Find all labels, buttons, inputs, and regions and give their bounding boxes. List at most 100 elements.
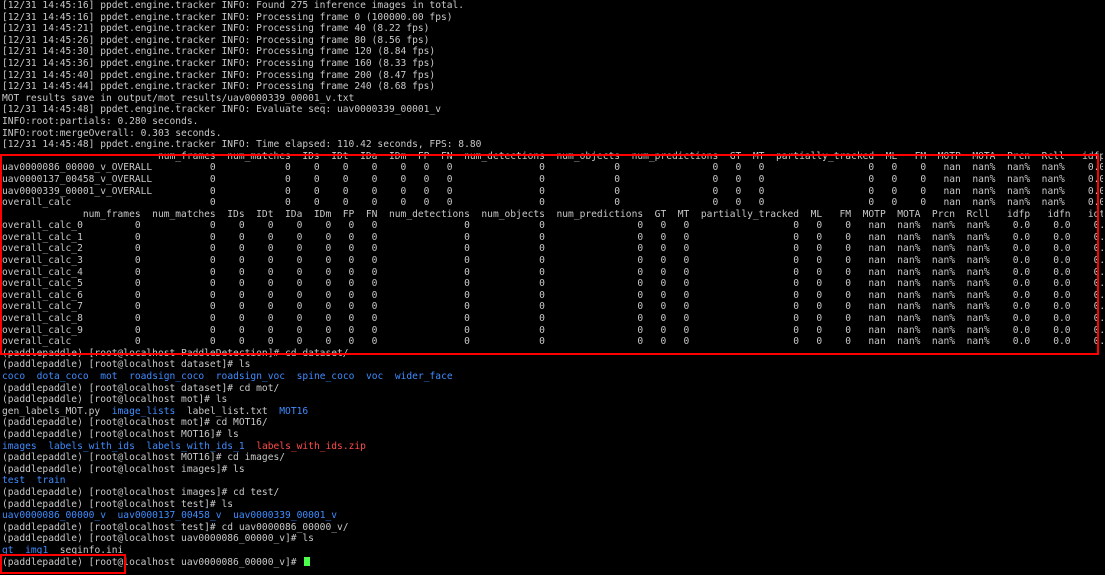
line-text: [12/31 14:45:36] ppdet.engine.tracker IN… (2, 57, 436, 69)
line-text: overall_calc_2 0 0 0 0 0 0 0 0 0 0 0 0 0… (2, 243, 1103, 255)
line-text: (paddlepaddle) [root@localhost images]# … (2, 486, 280, 498)
terminal-line: images labels_with_ids labels_with_ids_1… (2, 441, 1103, 453)
terminal-line: gt img1 seqinfo.ini (2, 545, 1103, 557)
terminal-line: (paddlepaddle) [root@localhost PaddleDet… (2, 348, 1103, 360)
directory-entry: uav0000339_00001_v (233, 510, 338, 522)
directory-entry: image_lists (111, 405, 176, 417)
line-text: uav0000137_00458_v_OVERALL 0 0 0 0 0 0 0… (2, 173, 1103, 185)
line-text: uav0000086_00000_v_OVERALL 0 0 0 0 0 0 0… (2, 162, 1103, 174)
line-text: (paddlepaddle) [root@localhost dataset]#… (2, 382, 280, 394)
line-text: [12/31 14:45:48] ppdet.engine.tracker IN… (2, 104, 441, 116)
line-text: overall_calc 0 0 0 0 0 0 0 0 0 0 0 0 0 0… (2, 336, 1103, 348)
terminal-line: overall_calc 0 0 0 0 0 0 0 0 0 0 0 0 0 0… (2, 336, 1103, 348)
terminal-line: [12/31 14:45:48] ppdet.engine.tracker IN… (2, 104, 1103, 116)
terminal-window[interactable]: { "terminal": { "lines": [ {"text": "[12… (0, 0, 1105, 575)
line-text: overall_calc 0 0 0 0 0 0 0 0 0 0 0 0 0 0… (2, 197, 1103, 209)
line-text: overall_calc_1 0 0 0 0 0 0 0 0 0 0 0 0 0… (2, 231, 1103, 243)
directory-entry: roadsign_voc (215, 371, 286, 382)
terminal-line: (paddlepaddle) [root@localhost MOT16]# c… (2, 452, 1103, 464)
line-text: overall_calc_9 0 0 0 0 0 0 0 0 0 0 0 0 0… (2, 324, 1103, 336)
file-entry (354, 371, 366, 382)
directory-entry: roadsign_coco (129, 371, 205, 382)
line-text: INFO:root:partials: 0.280 seconds. (2, 115, 199, 127)
terminal-line: (paddlepaddle) [root@localhost uav000008… (2, 533, 1103, 545)
terminal-line: overall_calc_3 0 0 0 0 0 0 0 0 0 0 0 0 0… (2, 255, 1103, 267)
file-entry (106, 510, 118, 521)
line-text: [12/31 14:45:16] ppdet.engine.tracker IN… (2, 11, 453, 23)
file-entry (37, 441, 49, 452)
file-entry (245, 441, 257, 452)
terminal-line: [12/31 14:45:21] ppdet.engine.tracker IN… (2, 23, 1103, 35)
line-text: (paddlepaddle) [root@localhost images]# … (2, 463, 245, 475)
terminal-line: num_frames num_matches IDs IDt IDa IDm F… (2, 151, 1103, 163)
terminal-line: (paddlepaddle) [root@localhost MOT16]# l… (2, 429, 1103, 441)
terminal-line: num_frames num_matches IDs IDt IDa IDm F… (2, 209, 1103, 221)
file-entry (383, 371, 395, 382)
line-text: overall_calc_7 0 0 0 0 0 0 0 0 0 0 0 0 0… (2, 301, 1103, 313)
terminal-line: uav0000086_00000_v_OVERALL 0 0 0 0 0 0 0… (2, 162, 1103, 174)
line-text: overall_calc_5 0 0 0 0 0 0 0 0 0 0 0 0 0… (2, 278, 1103, 290)
terminal-line: [12/31 14:45:30] ppdet.engine.tracker IN… (2, 46, 1103, 58)
terminal-line: (paddlepaddle) [root@localhost dataset]#… (2, 359, 1103, 371)
terminal-line: overall_calc_6 0 0 0 0 0 0 0 0 0 0 0 0 0… (2, 290, 1103, 302)
terminal-line: overall_calc_7 0 0 0 0 0 0 0 0 0 0 0 0 0… (2, 301, 1103, 313)
directory-entry: voc (365, 371, 384, 382)
line-text: [12/31 14:45:26] ppdet.engine.tracker IN… (2, 34, 430, 46)
terminal-line: test train (2, 475, 1103, 487)
terminal-line: [12/31 14:45:36] ppdet.engine.tracker IN… (2, 58, 1103, 70)
line-text: [12/31 14:45:48] ppdet.engine.tracker IN… (2, 139, 482, 151)
terminal-line: [12/31 14:45:44] ppdet.engine.tracker IN… (2, 81, 1103, 93)
line-text: num_frames num_matches IDs IDt IDa IDm F… (2, 208, 1103, 220)
line-text: uav0000339_00001_v_OVERALL 0 0 0 0 0 0 0… (2, 185, 1103, 197)
line-text: (paddlepaddle) [root@localhost test]# ls (2, 498, 234, 510)
line-text: (paddlepaddle) [root@localhost MOT16]# c… (2, 452, 286, 464)
terminal-line: (paddlepaddle) [root@localhost uav000008… (2, 556, 1103, 569)
line-text: [12/31 14:45:44] ppdet.engine.tracker IN… (2, 81, 436, 93)
terminal-line: uav0000086_00000_v uav0000137_00458_v ua… (2, 510, 1103, 522)
terminal-line: overall_calc 0 0 0 0 0 0 0 0 0 0 0 0 0 0… (2, 197, 1103, 209)
directory-entry: spine_coco (296, 371, 355, 382)
line-text: (paddlepaddle) [root@localhost PaddleDet… (2, 347, 349, 359)
file-entry (285, 371, 297, 382)
file-entry (25, 371, 37, 382)
directory-entry: labels_with_ids (48, 440, 135, 452)
line-text: overall_calc_8 0 0 0 0 0 0 0 0 0 0 0 0 0… (2, 313, 1103, 325)
terminal-line: (paddlepaddle) [root@localhost mot]# cd … (2, 417, 1103, 429)
line-text: (paddlepaddle) [root@localhost mot]# cd … (2, 417, 268, 429)
terminal-line: overall_calc_2 0 0 0 0 0 0 0 0 0 0 0 0 0… (2, 243, 1103, 255)
terminal-line: INFO:root:mergeOverall: 0.303 seconds. (2, 128, 1103, 140)
directory-entry: MOT16 (279, 405, 309, 417)
file-entry (135, 441, 147, 452)
file-entry (25, 475, 37, 486)
terminal-line: (paddlepaddle) [root@localhost test]# ls (2, 499, 1103, 511)
terminal-line: overall_calc_5 0 0 0 0 0 0 0 0 0 0 0 0 0… (2, 278, 1103, 290)
directory-entry: dota_coco (36, 371, 89, 382)
cursor-block[interactable] (304, 556, 311, 566)
line-text: MOT results save in output/mot_results/u… (2, 92, 355, 104)
line-text: (paddlepaddle) [root@localhost test]# cd… (2, 521, 349, 533)
directory-entry: gt (2, 544, 14, 556)
terminal-line: (paddlepaddle) [root@localhost images]# … (2, 487, 1103, 499)
terminal-line: (paddlepaddle) [root@localhost test]# cd… (2, 522, 1103, 534)
terminal-line: overall_calc_4 0 0 0 0 0 0 0 0 0 0 0 0 0… (2, 267, 1103, 279)
archive-entry: labels_with_ids.zip (256, 440, 366, 452)
line-text: [12/31 14:45:30] ppdet.engine.tracker IN… (2, 46, 436, 58)
terminal-line: overall_calc_9 0 0 0 0 0 0 0 0 0 0 0 0 0… (2, 325, 1103, 337)
directory-entry: mot (100, 371, 118, 382)
line-text: overall_calc_0 0 0 0 0 0 0 0 0 0 0 0 0 0… (2, 220, 1103, 232)
line-text: (paddlepaddle) [root@localhost uav000008… (2, 556, 303, 568)
file-entry: seqinfo.ini (48, 544, 124, 556)
directory-entry: uav0000137_00458_v (117, 510, 222, 522)
terminal-line: [12/31 14:45:48] ppdet.engine.tracker IN… (2, 139, 1103, 151)
file-entry (118, 371, 130, 382)
terminal-line: [12/31 14:45:26] ppdet.engine.tracker IN… (2, 35, 1103, 47)
line-text: [12/31 14:45:40] ppdet.engine.tracker IN… (2, 69, 436, 81)
file-entry: gen_labels_MOT.py (2, 405, 112, 417)
terminal-output[interactable]: [12/31 14:45:16] ppdet.engine.tracker IN… (2, 0, 1103, 568)
terminal-line: (paddlepaddle) [root@localhost images]# … (2, 464, 1103, 476)
line-text: overall_calc_6 0 0 0 0 0 0 0 0 0 0 0 0 0… (2, 289, 1103, 301)
directory-entry: uav0000086_00000_v (2, 510, 106, 522)
line-text: overall_calc_4 0 0 0 0 0 0 0 0 0 0 0 0 0… (2, 266, 1103, 278)
line-text: [12/31 14:45:21] ppdet.engine.tracker IN… (2, 23, 430, 35)
directory-entry: img1 (25, 544, 49, 556)
